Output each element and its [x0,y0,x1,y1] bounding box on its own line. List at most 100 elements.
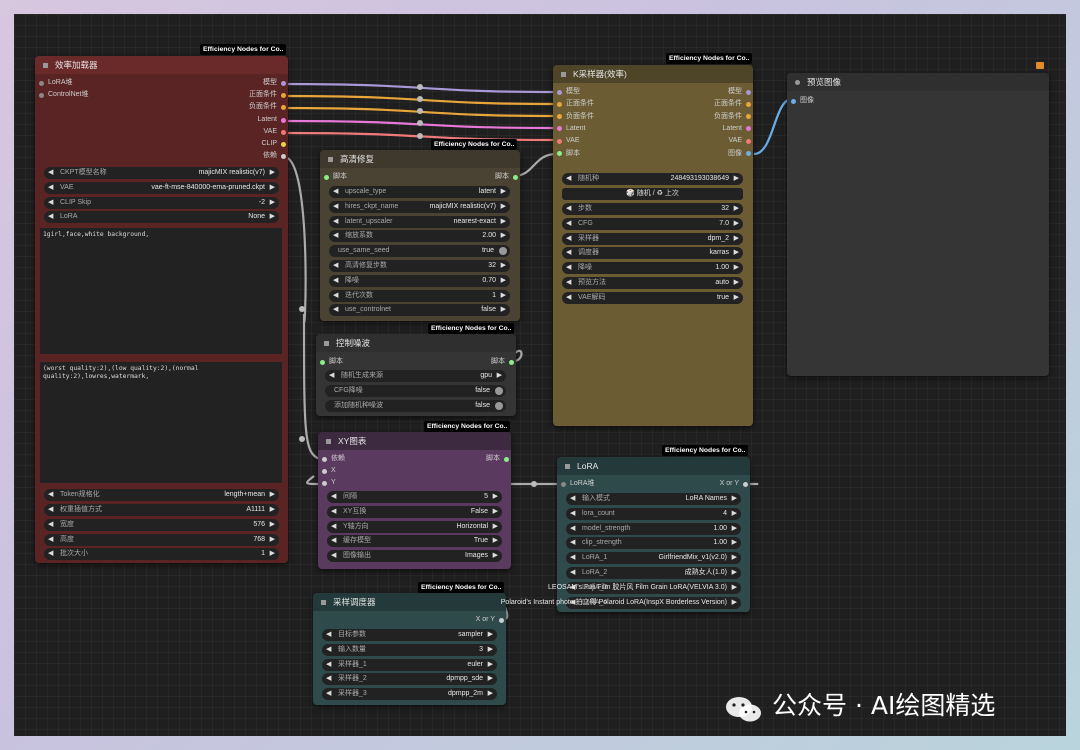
sampler_sched-widget-2[interactable]: ◀ 采样器_1 euler ▶ [322,658,497,671]
ksampler-output-1[interactable]: 正面条件 [714,99,751,109]
ksampler-widget-4[interactable]: ◀ 降噪 1.00 ▶ [562,262,743,275]
hires-widget-7[interactable]: ◀ 迭代次数 1 ▶ [329,289,510,302]
lora-widget-2[interactable]: ◀ model_strength 1.00 ▶ [566,522,741,535]
hires-widget-4[interactable]: use_same_seed true [329,245,510,258]
collapse-icon[interactable] [328,157,333,163]
noise-input-script[interactable]: 脚本 [320,357,343,367]
queue-badge-icon[interactable] [1036,62,1044,69]
output-negative[interactable]: 负面条件 [249,102,286,112]
lora-header[interactable]: LoRA [557,457,750,475]
sampler_sched-widget-4[interactable]: ◀ 采样器_3 dpmpp_2m ▶ [322,688,497,701]
hires-header[interactable]: 高清修复 [320,150,520,168]
lora-widget-5[interactable]: ◀ LoRA_2 成熟女人(1.0) ▶ [566,567,741,579]
output-vae[interactable]: VAE [264,127,286,137]
batch-size-widget[interactable]: ◀ 批次大小 1 ▶ [44,548,279,560]
ksampler-output-0[interactable]: 模型 [728,87,751,97]
ckpt-name-widget[interactable]: ◀ CKPT模型名称 majicMIX realistic(v7) ▶ [44,167,279,179]
noise-header[interactable]: 控制噪波 [316,334,516,352]
hires-widget-8[interactable]: ◀ use_controlnet false ▶ [329,304,510,317]
ksampler-input-2[interactable]: 负面条件 [557,112,594,122]
xy-input-y[interactable]: Y [322,478,336,488]
vae-widget[interactable]: ◀ VAE vae-ft-mse-840000-ema-pruned.ckpt ▶ [44,182,279,194]
xy-widget-0[interactable]: ◀ 间隔 5 ▶ [327,491,502,503]
weight-interpretation-widget[interactable]: ◀ 权重插值方式 A1111 ▶ [44,504,279,516]
hires-widget-5[interactable]: ◀ 高清修复步数 32 ▶ [329,260,510,272]
ksampler-widget-0[interactable]: ◀ 步数 32 ▶ [562,203,743,215]
lora-input-stack[interactable]: LoRA堆 [561,479,595,489]
sampler_sched-widget-3[interactable]: ◀ 采样器_2 dpmpp_sde ▶ [322,673,497,686]
ksampler-widget-2[interactable]: ◀ 采样器 dpm_2 ▶ [562,232,743,245]
xy-header[interactable]: XY图表 [318,432,511,450]
ksampler-output-5[interactable]: 图像 [728,149,751,159]
sampler_sched-widget-0[interactable]: ◀ 目标参数 sampler ▶ [322,629,497,641]
ksampler-input-4[interactable]: VAE [557,136,580,146]
ksampler-output-3[interactable]: Latent [723,124,751,134]
sampler-scheduler-node[interactable]: 采样调度器 X or Y ◀ 目标参数 sampler ▶ ◀ 输入数量 3 ▶ ◀ 采样器_1 e… [313,593,506,705]
ksampler-output-4[interactable]: VAE [729,136,751,146]
collapse-icon[interactable] [324,341,329,347]
xy-input-dependencies[interactable]: 依赖 [322,454,345,464]
positive-prompt-textarea[interactable]: 1girl,face,white background, [40,228,282,354]
preview-header[interactable]: 预览图像 [787,73,1049,91]
output-clip[interactable]: CLIP [261,139,286,149]
input-lora-stack[interactable]: LoRA堆 [39,78,73,88]
preview-input-image[interactable]: 图像 [791,96,814,106]
xy-widget-4[interactable]: ◀ 图像输出 Images ▶ [327,550,502,563]
xy-widget-1[interactable]: ◀ XY互换 False ▶ [327,505,502,518]
loader-header[interactable]: 效率加载器 [35,56,288,74]
lora-widget-1[interactable]: ◀ lora_count 4 ▶ [566,507,741,520]
noise-widget-1[interactable]: CFG降噪 false [325,385,506,397]
hires-widget-6[interactable]: ◀ 降噪 0.70 ▶ [329,274,510,287]
token-normalization-widget[interactable]: ◀ Token规格化 length+mean ▶ [44,489,279,501]
xy-widget-2[interactable]: ◀ Y轴方向 Horizontal ▶ [327,520,502,533]
noise-output-script[interactable]: 脚本 [491,357,514,367]
height-widget[interactable]: ◀ 高度 768 ▶ [44,534,279,546]
sampler_sched-widget-1[interactable]: ◀ 输入数量 3 ▶ [322,643,497,656]
lora-widget[interactable]: ◀ LoRA None ▶ [44,211,279,223]
sched-output-xy[interactable]: X or Y [476,615,504,625]
ksampler-input-3[interactable]: Latent [557,124,585,134]
ksampler-efficient-node[interactable]: K采样器(效率) 模型 正面条件 负面条件 Latent VAE 脚本 模型 正面条件 负面条件… [553,65,753,426]
lora-widget-7[interactable]: ◀ LoRA_4 Polaroid's Instant photo 拍立得 Pola… [501,596,741,609]
collapse-icon[interactable] [565,464,570,470]
xy-output-script[interactable]: 脚本 [486,454,509,464]
hires-widget-1[interactable]: ◀ hires_ckpt_name majicMIX realistic(v7) ▶ [329,200,510,213]
output-latent[interactable]: Latent [258,115,286,125]
lora-widget-4[interactable]: ◀ LoRA_1 GirlfriendMix_v1(v2.0) ▶ [566,552,741,565]
output-model[interactable]: 模型 [263,78,286,88]
negative-prompt-textarea[interactable]: (worst quality:2),(low quality:2),(norma… [40,362,282,483]
hires-fix-node[interactable]: 高清修复 脚本 脚本 ◀ upscale_type latent ▶ ◀ hires_ck… [320,150,520,321]
ksampler-widget-5[interactable]: ◀ 预览方法 auto ▶ [562,277,743,289]
lora-output-xy[interactable]: X or Y [720,479,748,489]
ksampler-widget-1[interactable]: ◀ CFG 7.0 ▶ [562,217,743,230]
ksampler-widget-3[interactable]: ◀ 调度器 karras ▶ [562,247,743,260]
width-widget[interactable]: ◀ 宽度 576 ▶ [44,519,279,531]
hires-widget-2[interactable]: ◀ latent_upscaler nearest-exact ▶ [329,215,510,228]
hires-widget-0[interactable]: ◀ upscale_type latent ▶ [329,186,510,198]
lora-widget-0[interactable]: ◀ 输入模式 LoRA Names ▶ [566,493,741,505]
sched-header[interactable]: 采样调度器 [313,593,506,611]
lora-widget-3[interactable]: ◀ clip_strength 1.00 ▶ [566,537,741,550]
collapse-icon[interactable] [321,600,326,606]
xy-plot-node[interactable]: XY图表 依赖 X Y 脚本 ◀ 间隔 5 ▶ ◀ XY互换 False ▶ ◀ Y轴方向 Hori… [318,432,511,569]
xy-widget-3[interactable]: ◀ 缓存模型 True ▶ [327,535,502,548]
seed-randomize-button[interactable]: 🎲 随机 / ♻ 上次 [562,188,743,200]
ksampler-input-0[interactable]: 模型 [557,87,580,97]
collapse-icon[interactable] [795,80,800,86]
collapse-icon[interactable] [326,439,331,445]
efficient-loader-node[interactable]: 效率加载器 LoRA堆 ControlNet堆 模型 正面条件 负面条件 Lat… [35,56,288,563]
noise-widget-2[interactable]: 添加随机种噪波 false [325,400,506,412]
output-positive[interactable]: 正面条件 [249,90,286,100]
lora-widget-6[interactable]: ◀ LoRA_3 LEOSAM's Fuji Film 胶片风 Film Grain… [548,581,741,594]
clip-skip-widget[interactable]: ◀ CLIP Skip -2 ▶ [44,197,279,209]
ksampler-widget-6[interactable]: ◀ VAE解码 true ▶ [562,291,743,304]
preview-image-node[interactable]: 预览图像 图像 [787,73,1049,376]
ksampler-output-2[interactable]: 负面条件 [714,112,751,122]
ksampler-input-5[interactable]: 脚本 [557,149,580,159]
collapse-icon[interactable] [43,63,48,69]
collapse-icon[interactable] [561,72,566,78]
input-controlnet-stack[interactable]: ControlNet堆 [39,90,88,100]
ksampler-input-1[interactable]: 正面条件 [557,99,594,109]
seed-widget[interactable]: ◀ 随机种 248493193038649 ▶ [562,173,743,185]
lora-xy-node[interactable]: LoRA LoRA堆 X or Y ◀ 输入模式 LoRA Names ▶ ◀ lora_… [501,457,750,612]
